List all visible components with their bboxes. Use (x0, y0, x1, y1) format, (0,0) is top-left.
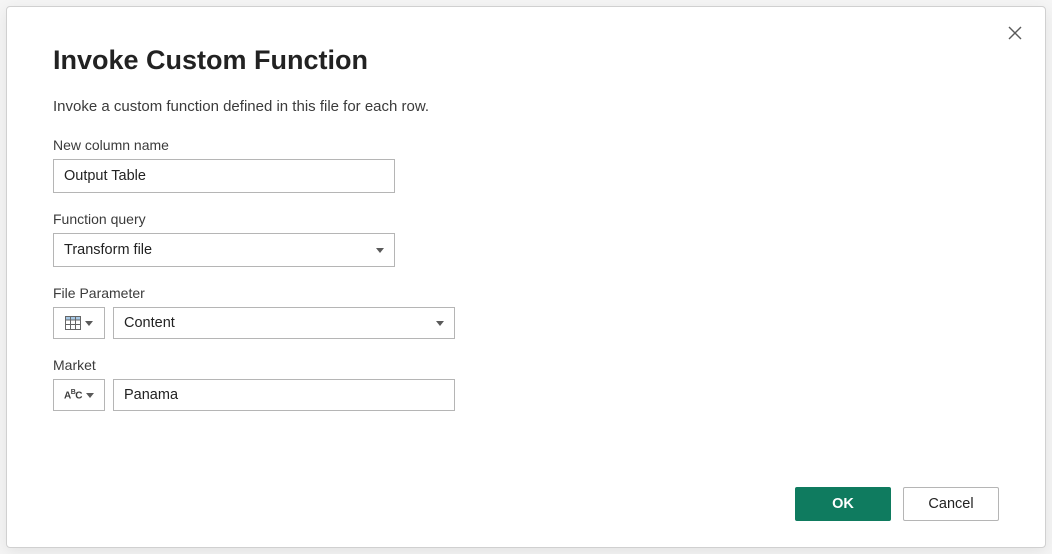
cancel-button[interactable]: Cancel (903, 487, 999, 521)
chevron-down-icon (86, 393, 94, 398)
ok-button[interactable]: OK (795, 487, 891, 521)
market-group: Market ABC (53, 357, 999, 411)
market-type-select[interactable]: ABC (53, 379, 105, 411)
function-query-label: Function query (53, 211, 999, 227)
close-button[interactable] (1003, 21, 1027, 45)
market-value-input[interactable] (113, 379, 455, 411)
function-query-select[interactable]: Transform file (53, 233, 395, 267)
file-parameter-label: File Parameter (53, 285, 999, 301)
file-parameter-value-select[interactable]: Content (113, 307, 455, 339)
invoke-custom-function-dialog: Invoke Custom Function Invoke a custom f… (6, 6, 1046, 548)
chevron-down-icon (376, 248, 384, 253)
function-query-group: Function query Transform file (53, 211, 999, 267)
market-label: Market (53, 357, 999, 373)
new-column-name-input[interactable] (53, 159, 395, 193)
dialog-footer: OK Cancel (795, 487, 999, 521)
chevron-down-icon (436, 321, 444, 326)
text-type-icon: ABC (64, 389, 82, 401)
new-column-name-group: New column name (53, 137, 999, 193)
file-parameter-group: File Parameter Content (53, 285, 999, 339)
function-query-value: Transform file (64, 242, 152, 258)
file-parameter-value: Content (124, 315, 175, 331)
dialog-subtitle: Invoke a custom function defined in this… (53, 98, 999, 115)
new-column-name-label: New column name (53, 137, 999, 153)
file-parameter-type-select[interactable] (53, 307, 105, 339)
dialog-title: Invoke Custom Function (53, 45, 999, 76)
chevron-down-icon (85, 321, 93, 326)
close-icon (1007, 25, 1023, 41)
table-icon (65, 316, 81, 330)
